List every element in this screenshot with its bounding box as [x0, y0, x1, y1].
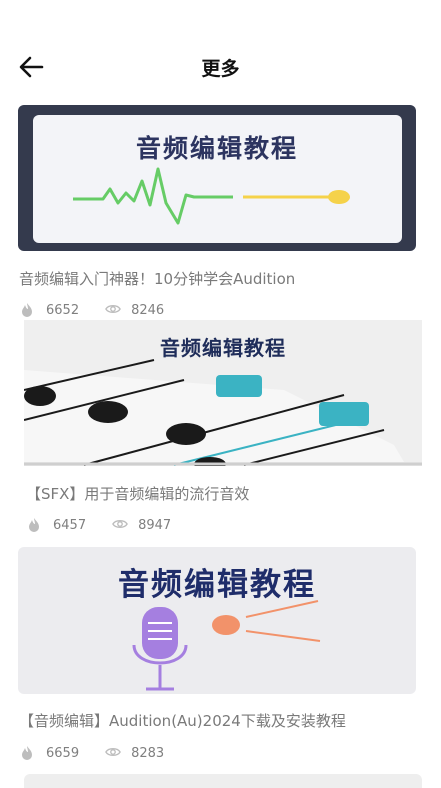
flame-icon: [27, 517, 43, 533]
next-item-thumbnail[interactable]: [24, 774, 422, 788]
views-count: 8283: [131, 745, 165, 761]
item-caption[interactable]: 【SFX】用于音频编辑的流行音效: [26, 483, 249, 504]
top-bar: 更多: [0, 0, 441, 100]
flame-icon: [20, 745, 36, 761]
views-count: 8246: [131, 302, 165, 318]
likes-count: 6652: [46, 302, 80, 318]
item-thumbnail[interactable]: 音频编辑教程: [18, 105, 416, 251]
eye-icon: [112, 517, 128, 533]
item-caption[interactable]: 音频编辑入门神器！10分钟学会Audition: [19, 268, 295, 289]
likes-count: 6659: [46, 745, 80, 761]
likes-count: 6457: [53, 517, 87, 533]
item-caption[interactable]: 【音频编辑】Audition(Au)2024下载及安装教程: [19, 710, 346, 731]
views-count: 8947: [138, 517, 172, 533]
waveform-icon: [73, 167, 350, 225]
mixer-console-icon: [24, 359, 422, 466]
item-stats: 6659 8283: [20, 745, 190, 761]
page-title: 更多: [201, 58, 240, 80]
item-thumbnail[interactable]: 音频编辑教程: [24, 320, 422, 466]
banner-text: 音频编辑教程: [118, 567, 316, 603]
flame-icon: [20, 302, 36, 318]
item-stats: 6457 8947: [27, 517, 197, 533]
eye-icon: [105, 302, 121, 318]
eye-icon: [105, 745, 121, 761]
item-stats: 6652 8246: [20, 302, 190, 318]
microphone-icon: [132, 600, 321, 691]
banner-text: 音频编辑教程: [135, 134, 298, 163]
item-thumbnail[interactable]: 音频编辑教程: [18, 547, 416, 694]
